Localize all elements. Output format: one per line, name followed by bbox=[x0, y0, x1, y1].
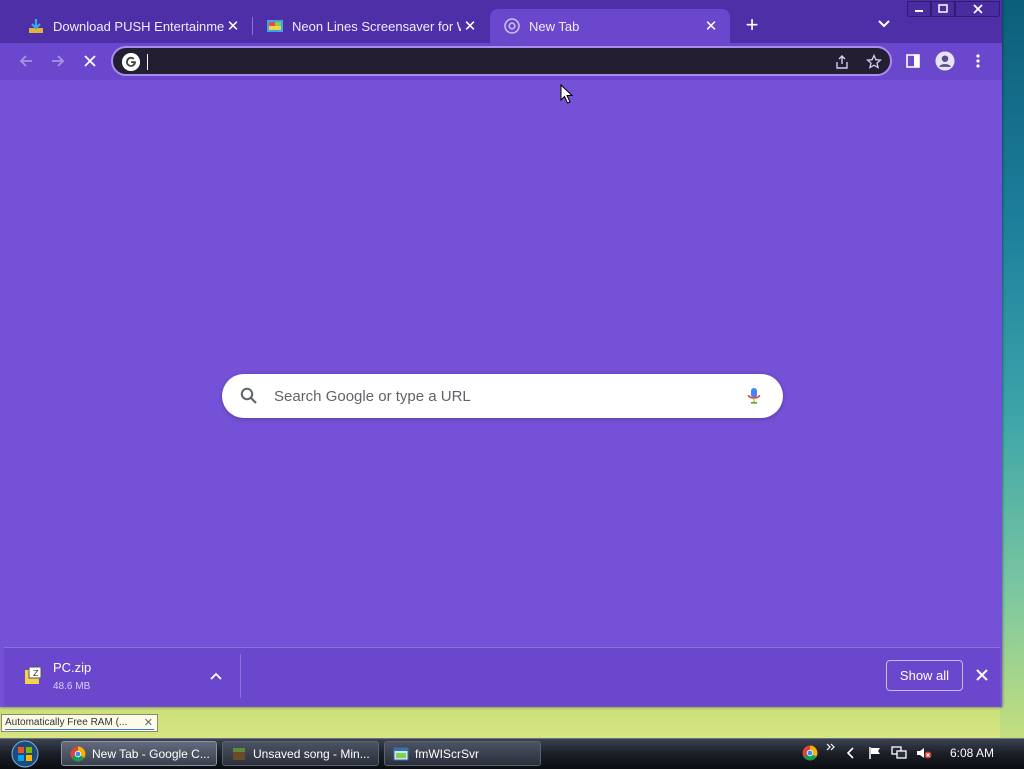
taskbar-item-fmwiscrsvr[interactable]: fmWIScrSvr bbox=[384, 741, 541, 766]
chrome-tray-icon[interactable] bbox=[802, 745, 818, 761]
tab-new-tab[interactable]: New Tab ✕ bbox=[490, 9, 730, 43]
screensaver-favicon-icon bbox=[267, 20, 283, 32]
ntp-search-box[interactable]: Search Google or type a URL bbox=[222, 374, 783, 418]
maximize-icon bbox=[938, 4, 948, 13]
network-icon[interactable] bbox=[891, 746, 907, 760]
chevron-left-icon[interactable] bbox=[846, 747, 856, 759]
shelf-divider bbox=[240, 654, 241, 698]
new-tab-button[interactable]: + bbox=[742, 14, 762, 36]
window-app-icon bbox=[393, 747, 409, 760]
zip-file-icon: Z bbox=[25, 666, 42, 684]
taskbar-item-song[interactable]: Unsaved song - Min... bbox=[222, 741, 379, 766]
share-button[interactable] bbox=[833, 53, 851, 71]
browser-window: Download PUSH Entertainment - ✕ Neon Lin… bbox=[0, 0, 1002, 707]
download-shelf: Z PC.zip 48.6 MB Show all bbox=[4, 647, 1000, 706]
minimize-icon bbox=[915, 10, 923, 12]
close-icon[interactable]: ✕ bbox=[144, 716, 153, 729]
stop-loading-icon bbox=[84, 55, 96, 67]
omnibox-input[interactable] bbox=[151, 51, 795, 73]
download-favicon-icon bbox=[29, 19, 43, 33]
close-icon[interactable]: ✕ bbox=[702, 17, 720, 35]
tab-title: Neon Lines Screensaver for Wind bbox=[292, 18, 461, 34]
double-chevron-icon[interactable] bbox=[826, 742, 836, 752]
desktop-background bbox=[1000, 0, 1024, 740]
side-panel-button[interactable] bbox=[903, 51, 923, 71]
profile-button[interactable] bbox=[935, 51, 955, 71]
minimize-button[interactable] bbox=[907, 1, 931, 17]
microphone-icon[interactable] bbox=[744, 386, 764, 406]
address-bar[interactable] bbox=[111, 46, 892, 76]
chrome-favicon-icon bbox=[504, 18, 520, 34]
close-icon[interactable] bbox=[974, 667, 990, 683]
tab-neon-lines[interactable]: Neon Lines Screensaver for Wind ✕ bbox=[253, 9, 489, 43]
bookmark-button[interactable] bbox=[865, 53, 883, 71]
taskbar-item-label: Unsaved song - Min... bbox=[253, 746, 370, 761]
kebab-menu-icon bbox=[976, 54, 980, 68]
flag-icon[interactable] bbox=[868, 746, 882, 760]
tab-download-push[interactable]: Download PUSH Entertainment - ✕ bbox=[14, 9, 252, 43]
download-item[interactable]: Z PC.zip 48.6 MB bbox=[4, 648, 240, 706]
notification-tooltip[interactable]: Automatically Free RAM (... ✕ bbox=[1, 714, 158, 732]
chevron-up-icon[interactable] bbox=[208, 668, 224, 684]
menu-button[interactable] bbox=[968, 51, 988, 71]
download-size: 48.6 MB bbox=[53, 681, 91, 692]
tooltip-underline bbox=[5, 729, 154, 730]
arrow-right-icon bbox=[52, 55, 65, 67]
close-icon[interactable]: ✕ bbox=[224, 17, 242, 35]
taskbar-item-chrome[interactable]: New Tab - Google C... bbox=[61, 741, 217, 766]
tab-title: New Tab bbox=[529, 18, 580, 34]
google-icon bbox=[122, 53, 140, 71]
arrow-left-icon bbox=[19, 55, 32, 67]
maximize-button[interactable] bbox=[931, 1, 955, 17]
close-icon bbox=[972, 4, 983, 14]
forward-button[interactable] bbox=[49, 52, 67, 70]
volume-muted-icon[interactable] bbox=[916, 746, 932, 760]
show-all-button[interactable]: Show all bbox=[886, 660, 963, 691]
minecraft-icon bbox=[233, 747, 245, 760]
share-icon bbox=[836, 55, 848, 69]
new-tab-page bbox=[4, 80, 1000, 647]
profile-icon bbox=[935, 51, 955, 71]
taskbar-item-label: fmWIScrSvr bbox=[415, 746, 479, 761]
stop-button[interactable] bbox=[81, 52, 99, 70]
side-panel-icon bbox=[906, 54, 920, 68]
download-filename: PC.zip bbox=[53, 660, 92, 675]
start-button[interactable] bbox=[6, 739, 44, 768]
tooltip-text: Automatically Free RAM (... bbox=[5, 717, 128, 728]
chevron-down-icon[interactable] bbox=[876, 16, 892, 32]
window-close-button[interactable] bbox=[955, 1, 1000, 17]
back-button[interactable] bbox=[17, 52, 35, 70]
text-caret bbox=[147, 54, 148, 70]
taskbar-clock[interactable]: 6:08 AM bbox=[950, 746, 994, 760]
search-placeholder: Search Google or type a URL bbox=[274, 388, 471, 405]
close-icon[interactable]: ✕ bbox=[461, 17, 479, 35]
svg-text:Z: Z bbox=[33, 669, 39, 678]
chrome-icon bbox=[70, 746, 86, 761]
tab-title: Download PUSH Entertainment - bbox=[53, 18, 224, 34]
tab-strip: Download PUSH Entertainment - ✕ Neon Lin… bbox=[0, 0, 1002, 43]
taskbar-item-label: New Tab - Google C... bbox=[92, 746, 210, 761]
search-icon bbox=[240, 387, 257, 404]
mouse-cursor-icon bbox=[560, 84, 574, 104]
star-icon bbox=[866, 54, 882, 69]
